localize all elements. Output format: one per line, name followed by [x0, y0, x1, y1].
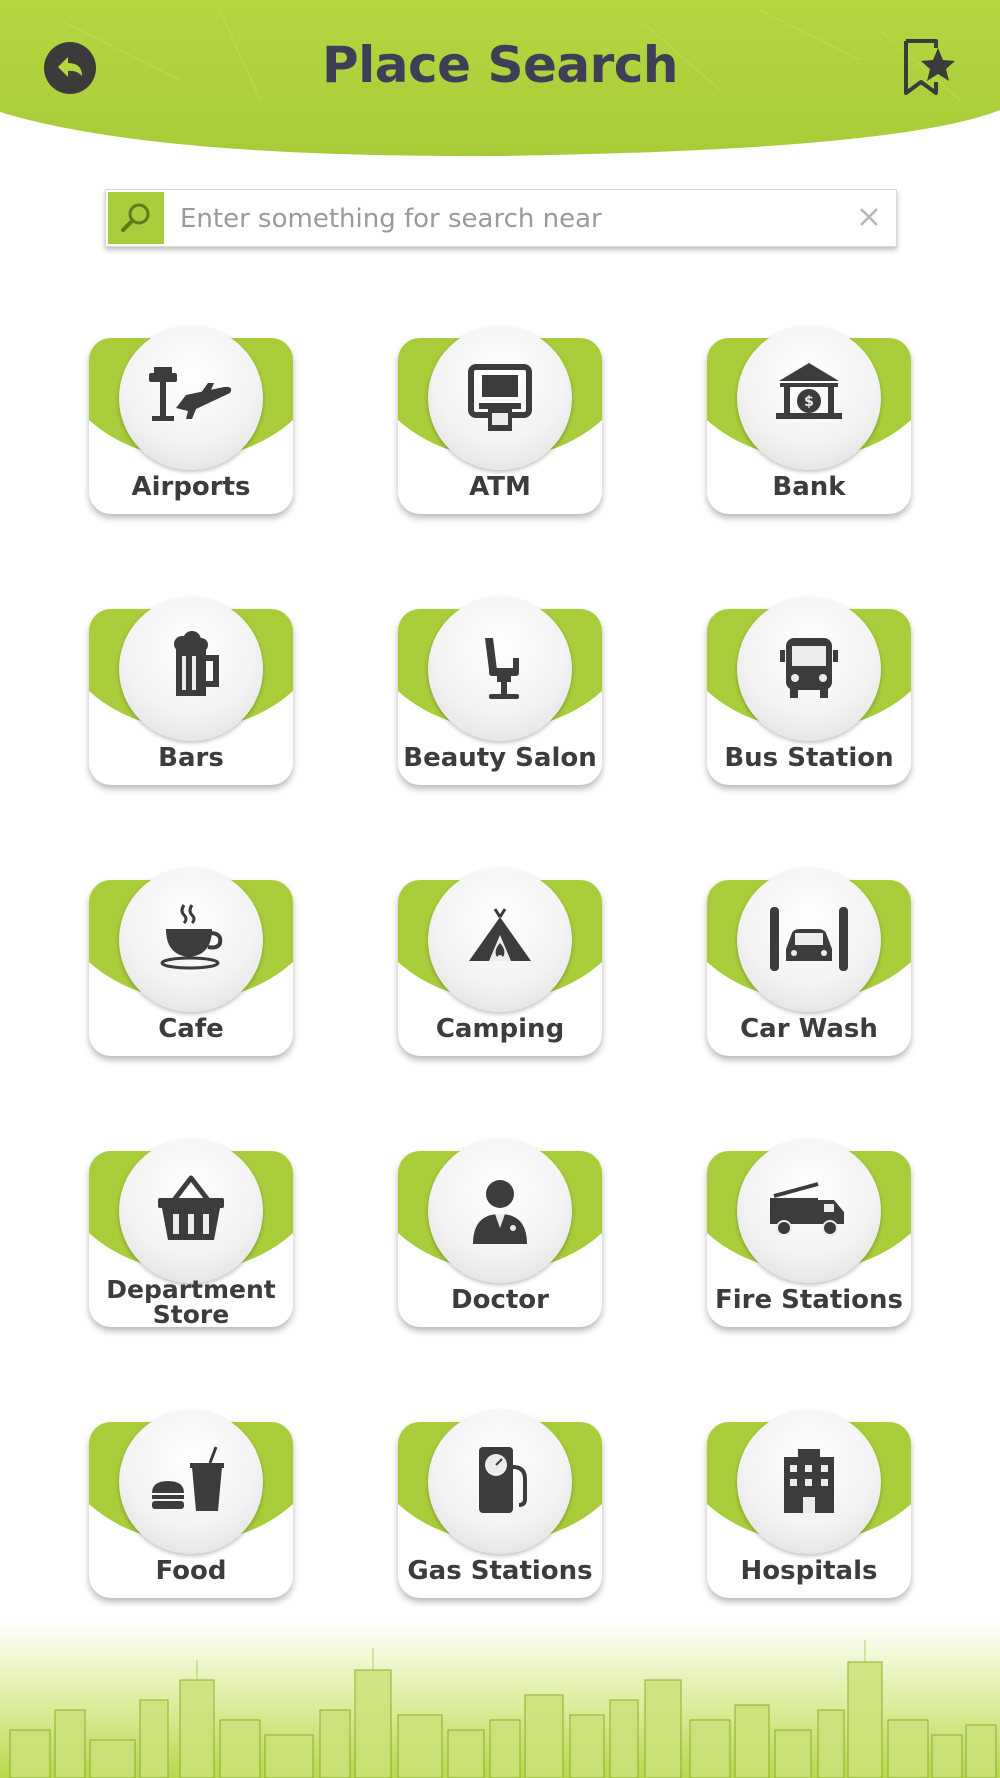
airport-icon [149, 367, 232, 421]
close-icon [860, 208, 878, 226]
category-fire-stations[interactable]: Fire Stations [707, 1139, 911, 1327]
tile-icon-circle: $ [737, 326, 881, 470]
category-car-wash[interactable]: Car Wash [707, 868, 911, 1056]
tile-icon-circle [428, 1139, 572, 1283]
tile-label: Doctor [451, 1285, 549, 1315]
tile-label: Car Wash [740, 1014, 878, 1044]
bookmark-star-icon [904, 39, 955, 95]
basket-icon [158, 1175, 224, 1240]
fire-truck-icon [770, 1182, 844, 1236]
tile-label: Camping [435, 1014, 565, 1044]
search-button[interactable] [108, 192, 164, 244]
tile-icon-circle [428, 868, 572, 1012]
tile-label: Fire Stations [714, 1285, 904, 1315]
tile-label: Hospitals [740, 1556, 878, 1586]
tent-icon [469, 908, 531, 961]
tile-label: Beauty Salon [403, 743, 597, 773]
category-atm[interactable]: ATM [398, 326, 602, 514]
tile-label: Food [155, 1556, 227, 1586]
tile-label: Bus Station [724, 743, 894, 773]
tile-icon-circle [737, 1410, 881, 1554]
search-bar [105, 189, 897, 247]
tile-label: Airports [131, 472, 251, 502]
tile-icon-circle [119, 1139, 263, 1283]
tile-icon-circle [119, 597, 263, 741]
category-gas-stations[interactable]: Gas Stations [398, 1410, 602, 1598]
tile-label: Bank [772, 472, 846, 502]
category-airports[interactable]: Airports [89, 326, 293, 514]
salon-chair-icon [485, 638, 519, 699]
category-hospitals[interactable]: Hospitals [707, 1410, 911, 1598]
tile-icon-circle [737, 1139, 881, 1283]
favorites-button[interactable] [902, 38, 956, 98]
category-camping[interactable]: Camping [398, 868, 602, 1056]
tile-label: Cafe [158, 1014, 224, 1044]
tile-label: ATM [469, 472, 531, 502]
car-wash-icon [770, 907, 848, 971]
fuel-pump-icon [479, 1447, 527, 1513]
coffee-cup-icon [160, 904, 223, 970]
tile-label: Gas Stations [407, 1556, 593, 1586]
tile-icon-circle [737, 868, 881, 1012]
tile-icon-circle [737, 597, 881, 741]
tile-label: Department Store [106, 1275, 276, 1329]
atm-icon [468, 364, 532, 431]
category-doctor[interactable]: Doctor [398, 1139, 602, 1327]
app-header: Place Search [0, 0, 1000, 160]
category-department-store[interactable]: Department Store [89, 1139, 293, 1327]
tile-icon-circle [119, 1410, 263, 1554]
search-input[interactable] [178, 198, 822, 240]
beer-mug-icon [174, 631, 219, 696]
city-skyline-illustration [0, 1620, 1000, 1778]
fast-food-icon [152, 1446, 224, 1511]
category-bank[interactable]: $ Bank [707, 326, 911, 514]
page-title: Place Search [321, 36, 679, 94]
tile-icon-circle [428, 1410, 572, 1554]
category-cafe[interactable]: Cafe [89, 868, 293, 1056]
category-bars[interactable]: Bars [89, 597, 293, 785]
bank-icon: $ [776, 363, 842, 419]
tile-icon-circle [119, 326, 263, 470]
category-food[interactable]: Food [89, 1410, 293, 1598]
clear-search-button[interactable] [854, 202, 884, 232]
hospital-building-icon [784, 1449, 834, 1513]
tile-icon-circle [428, 326, 572, 470]
tile-label: Bars [158, 743, 224, 773]
category-bus-station[interactable]: Bus Station [707, 597, 911, 785]
category-beauty-salon[interactable]: Beauty Salon [398, 597, 602, 785]
search-icon [121, 203, 150, 232]
svg-text:$: $ [804, 394, 814, 410]
tile-icon-circle [119, 868, 263, 1012]
bus-icon [780, 638, 838, 698]
doctor-icon [473, 1180, 527, 1244]
tile-icon-circle [428, 597, 572, 741]
